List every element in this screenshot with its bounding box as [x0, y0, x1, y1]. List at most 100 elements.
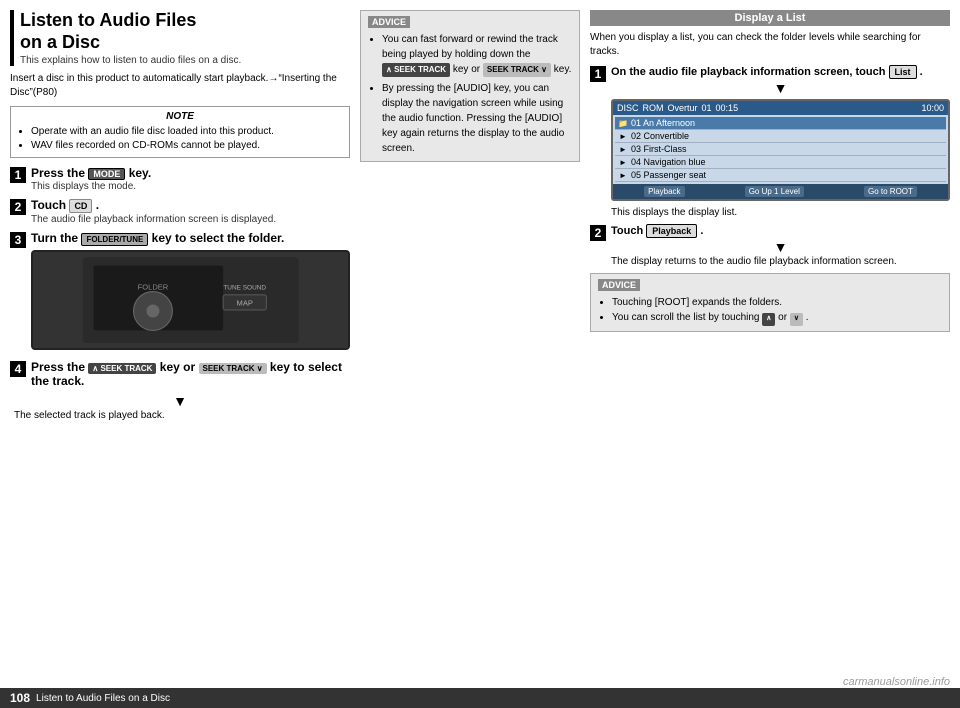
step-3-main: Turn the FOLDER/TUNE key to select the f… — [31, 231, 284, 245]
folder-icon: 📁 — [618, 118, 628, 128]
rom-label: ROM — [643, 103, 664, 113]
right-step-1: 1 On the audio file playback information… — [590, 65, 950, 218]
screen-row: ► 03 First-Class — [615, 143, 946, 156]
go-up-btn[interactable]: Go Up 1 Level — [745, 186, 804, 197]
seek-down-small: SEEK TRACK ∨ — [483, 63, 551, 77]
advice-list-2: Touching [ROOT] expands the folders. You… — [598, 295, 942, 326]
seek-down-badge: SEEK TRACK ∨ — [199, 363, 267, 374]
screen-footer: Playback Go Up 1 Level Go to ROOT — [613, 184, 948, 199]
advice-item: By pressing the [AUDIO] key, you can dis… — [382, 81, 572, 156]
step-4-number: 4 — [10, 361, 26, 377]
advice-list-1: You can fast forward or rewind the track… — [368, 32, 572, 156]
step-1-content: Press the MODE key. This displays the mo… — [31, 166, 350, 192]
step-3-content: Turn the FOLDER/TUNE key to select the f… — [31, 231, 350, 354]
right-step-2-sub: The display returns to the audio file pl… — [611, 256, 950, 267]
step-3: 3 Turn the FOLDER/TUNE key to select the… — [10, 231, 350, 354]
playback-button[interactable]: Playback — [646, 224, 697, 238]
track-time: 00:15 — [716, 103, 739, 113]
display-list-intro: When you display a list, you can check t… — [590, 31, 950, 59]
screen-header: DISC ROM Overtur 01 00:15 10:00 — [613, 101, 948, 115]
note-title: NOTE — [17, 111, 343, 122]
step-2-number: 2 — [10, 199, 26, 215]
note-item: WAV files recorded on CD-ROMs cannot be … — [31, 139, 343, 153]
step-1: 1 Press the MODE key. This displays the … — [10, 166, 350, 192]
main-content: Listen to Audio Files on a Disc This exp… — [0, 0, 960, 688]
screen-row: 📁 01 An Afternoon — [615, 117, 946, 130]
step-2-content: Touch CD . The audio file playback infor… — [31, 198, 350, 225]
insert-text: Insert a disc in this product to automat… — [10, 72, 350, 100]
advice-title-1: ADVICE — [368, 16, 410, 28]
seek-up-small: ∧ SEEK TRACK — [382, 63, 450, 77]
step-4: 4 Press the ∧ SEEK TRACK key or SEEK TRA… — [10, 360, 350, 388]
device-svg: FOLDER TUNE SOUND MAP — [49, 257, 333, 343]
advice-item: You can scroll the list by touching ∧ or… — [612, 310, 942, 326]
row-label: 02 Convertible — [631, 131, 689, 141]
cd-button: CD — [69, 199, 92, 213]
folder-tune-key: FOLDER/TUNE — [81, 233, 148, 246]
step-4-main: Press the ∧ SEEK TRACK key or SEEK TRACK… — [31, 360, 342, 388]
right-step-1-sub: This displays the display list. — [611, 207, 950, 218]
step-1-number: 1 — [10, 167, 26, 183]
playback-btn[interactable]: Playback — [644, 186, 684, 197]
note-list: Operate with an audio file disc loaded i… — [17, 125, 343, 153]
middle-column: ADVICE You can fast forward or rewind th… — [360, 10, 580, 688]
right-step-2-main: Touch Playback . — [611, 225, 703, 237]
screen-rows: 📁 01 An Afternoon ► 02 Convertible ► 03 … — [613, 115, 948, 184]
step-4-content: Press the ∧ SEEK TRACK key or SEEK TRACK… — [31, 360, 350, 388]
chevron-icon: ► — [618, 131, 628, 141]
go-root-btn[interactable]: Go to ROOT — [864, 186, 917, 197]
page-number: 108 — [10, 691, 30, 705]
title-subtitle: This explains how to listen to audio fil… — [20, 55, 350, 66]
row-label: 05 Passenger seat — [631, 170, 706, 180]
screen-row: ► 05 Passenger seat — [615, 169, 946, 182]
advice-box-1: ADVICE You can fast forward or rewind th… — [360, 10, 580, 162]
chevron-icon: ► — [618, 144, 628, 154]
step-2: 2 Touch CD . The audio file playback inf… — [10, 198, 350, 225]
right-step-1-content: On the audio file playback information s… — [611, 65, 950, 218]
right-step-2-number: 2 — [590, 225, 606, 241]
step-1-sub: This displays the mode. — [31, 181, 350, 192]
step-1-main: Press the MODE key. — [31, 166, 151, 180]
clock: 10:00 — [921, 103, 944, 113]
bottom-bar: 108 Listen to Audio Files on a Disc — [0, 688, 960, 708]
selected-text: The selected track is played back. — [14, 410, 350, 421]
scroll-down-icon: ∨ — [790, 313, 803, 326]
advice-box-2: ADVICE Touching [ROOT] expands the folde… — [590, 273, 950, 332]
svg-text:FOLDER: FOLDER — [137, 282, 168, 291]
screen-row: ► 02 Convertible — [615, 130, 946, 143]
bottom-label: Listen to Audio Files on a Disc — [36, 693, 170, 704]
row-label: 01 An Afternoon — [631, 118, 695, 128]
right-down-arrow-2: ▼ — [611, 240, 950, 254]
down-arrow: ▼ — [10, 394, 350, 408]
list-button[interactable]: List — [889, 65, 917, 79]
watermark: carmanualsonline.info — [843, 676, 950, 688]
step-2-sub: The audio file playback information scre… — [31, 214, 350, 225]
track-num: 01 — [702, 103, 712, 113]
mode-key: MODE — [88, 168, 125, 180]
right-step-2-content: Touch Playback . ▼ The display returns t… — [611, 224, 950, 267]
left-column: Listen to Audio Files on a Disc This exp… — [10, 10, 350, 688]
svg-text:TUNE SOUND: TUNE SOUND — [223, 284, 266, 291]
right-column: Display a List When you display a list, … — [590, 10, 950, 688]
chevron-icon: ► — [618, 157, 628, 167]
right-down-arrow-1: ▼ — [611, 81, 950, 95]
chevron-icon: ► — [618, 170, 628, 180]
disc-info: DISC ROM Overtur 01 00:15 — [617, 103, 738, 113]
note-box: NOTE Operate with an audio file disc loa… — [10, 106, 350, 158]
disc-label: DISC — [617, 103, 639, 113]
page: Listen to Audio Files on a Disc This exp… — [0, 0, 960, 708]
advice-title-2: ADVICE — [598, 279, 640, 291]
device-image: FOLDER TUNE SOUND MAP — [31, 250, 350, 350]
screen-mockup: DISC ROM Overtur 01 00:15 10:00 📁 — [611, 99, 950, 201]
row-label: 04 Navigation blue — [631, 157, 706, 167]
advice-item: You can fast forward or rewind the track… — [382, 32, 572, 77]
display-list-title: Display a List — [590, 10, 950, 26]
right-step-2: 2 Touch Playback . ▼ The display returns… — [590, 224, 950, 267]
screen-row: ► 04 Navigation blue — [615, 156, 946, 169]
page-title: Listen to Audio Files on a Disc — [20, 10, 350, 53]
step-3-number: 3 — [10, 232, 26, 248]
title-box: Listen to Audio Files on a Disc This exp… — [10, 10, 350, 66]
right-step-1-main: On the audio file playback information s… — [611, 66, 923, 78]
svg-text:MAP: MAP — [236, 299, 252, 308]
row-label: 03 First-Class — [631, 144, 687, 154]
